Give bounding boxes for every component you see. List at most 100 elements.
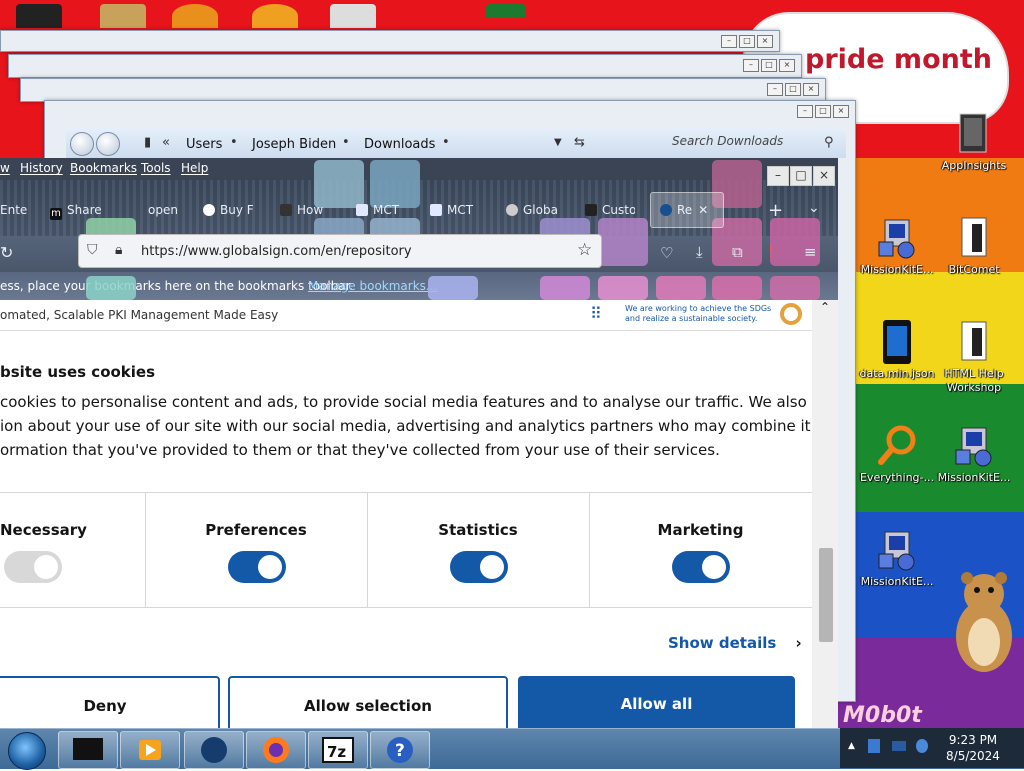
tab-ente[interactable]: Ente bbox=[0, 203, 40, 225]
tab-share[interactable]: m Share bbox=[50, 203, 110, 225]
new-tab-icon[interactable]: + bbox=[768, 200, 783, 222]
deny-button[interactable]: Deny bbox=[0, 676, 220, 728]
url-bar[interactable]: ⛉ 🔒︎ https://www.globalsign.com/en/repos… bbox=[78, 234, 602, 268]
manage-bookmarks-link[interactable]: Manage bookmarks... bbox=[308, 279, 437, 293]
tab-mct[interactable]: MCT bbox=[356, 203, 408, 225]
shield-icon[interactable]: ⛉ bbox=[87, 242, 98, 258]
tab-mct[interactable]: MCT bbox=[430, 203, 484, 225]
dock-icon[interactable] bbox=[100, 4, 146, 28]
maximize-icon[interactable]: □ bbox=[761, 59, 777, 72]
lock-icon[interactable]: 🔒︎ bbox=[115, 242, 122, 258]
preferences-toggle[interactable] bbox=[228, 551, 286, 583]
maximize-icon[interactable]: □ bbox=[790, 166, 812, 186]
menu-bookmarks[interactable]: Bookmarks bbox=[70, 161, 137, 175]
taskbar-firefox[interactable] bbox=[246, 731, 306, 769]
stacked-window[interactable]: – □ × bbox=[0, 30, 780, 52]
close-tab-icon[interactable]: ✕ bbox=[698, 203, 708, 217]
hamburger-menu-icon[interactable]: ≡ bbox=[804, 243, 817, 265]
tab-re[interactable]: Re ✕ bbox=[660, 203, 720, 225]
tray-app-icon[interactable] bbox=[868, 739, 880, 753]
tab-list-icon[interactable]: ⌄ bbox=[808, 200, 820, 222]
necessary-toggle[interactable] bbox=[4, 551, 62, 583]
addon-icon[interactable]: ! bbox=[768, 243, 774, 265]
dock-icon[interactable] bbox=[252, 4, 298, 28]
desktop-icon-missionkit[interactable]: MissionKitE... bbox=[854, 216, 940, 277]
taskbar-7zip[interactable]: 7z bbox=[308, 731, 368, 769]
dock-icon[interactable] bbox=[330, 4, 376, 28]
tab-custo[interactable]: Custo bbox=[585, 203, 635, 225]
maximize-icon[interactable]: □ bbox=[785, 83, 801, 96]
network-icon[interactable] bbox=[892, 741, 906, 751]
tab-globa[interactable]: Globa bbox=[506, 203, 562, 225]
allow-selection-button[interactable]: Allow selection bbox=[228, 676, 508, 728]
taskbar-globe[interactable] bbox=[184, 731, 244, 769]
breadcrumb-users[interactable]: Users bbox=[186, 137, 222, 152]
system-clock[interactable]: 9:23 PM 8/5/2024 bbox=[933, 732, 1013, 764]
menu-help[interactable]: Help bbox=[181, 161, 208, 175]
pocket-icon[interactable]: ♡ bbox=[660, 244, 673, 266]
close-icon[interactable]: × bbox=[833, 105, 849, 118]
taskbar-media-player[interactable] bbox=[120, 731, 180, 769]
breadcrumb-separator[interactable]: • bbox=[230, 135, 238, 150]
minimize-icon[interactable]: – bbox=[767, 83, 783, 96]
taskbar-help[interactable]: ? bbox=[370, 731, 430, 769]
reload-icon[interactable]: ↻ bbox=[0, 243, 13, 265]
download-icon[interactable]: ⤓ bbox=[696, 243, 703, 265]
url-text[interactable]: https://www.globalsign.com/en/repository bbox=[141, 244, 412, 259]
tray-expand-icon[interactable]: ▲ bbox=[848, 741, 855, 751]
grid-icon[interactable]: ⠿ bbox=[590, 304, 602, 323]
menu-history[interactable]: History bbox=[20, 161, 63, 175]
scrollbar-thumb[interactable] bbox=[819, 548, 833, 642]
marketing-toggle[interactable] bbox=[672, 551, 730, 583]
desktop-icon-bitcomet[interactable]: BitComet bbox=[931, 216, 1017, 277]
bookmark-star-icon[interactable]: ☆ bbox=[577, 240, 592, 260]
desktop-icon-appinsights[interactable]: AppInsights bbox=[931, 112, 1017, 173]
dock-icon[interactable] bbox=[172, 4, 218, 28]
start-button[interactable] bbox=[8, 732, 46, 770]
stacked-window[interactable]: – □ × bbox=[8, 54, 802, 78]
desktop-icon-missionkit[interactable]: MissionKitE... bbox=[854, 528, 940, 589]
page-scrollbar[interactable]: ⌃ bbox=[812, 300, 838, 728]
forward-icon[interactable] bbox=[96, 132, 120, 156]
menu-tools[interactable]: Tools bbox=[141, 161, 171, 175]
breadcrumb-separator[interactable]: • bbox=[442, 135, 450, 150]
tab-buy[interactable]: Buy F bbox=[203, 203, 263, 225]
dock-icon[interactable] bbox=[16, 4, 62, 28]
refresh-icon[interactable]: ⇆ bbox=[574, 135, 585, 150]
desktop-icon-missionkit[interactable]: MissionKitE... bbox=[931, 424, 1017, 485]
back-icon[interactable] bbox=[70, 132, 94, 156]
tab-how[interactable]: How bbox=[280, 203, 328, 225]
close-icon[interactable]: × bbox=[803, 83, 819, 96]
extensions-icon[interactable]: ⧉ bbox=[732, 243, 743, 265]
search-icon[interactable]: ⚲ bbox=[824, 135, 834, 150]
tab-open[interactable]: open bbox=[148, 203, 188, 225]
stacked-window[interactable]: – □ × bbox=[20, 78, 826, 102]
minimize-icon[interactable]: – bbox=[797, 105, 813, 118]
desktop-icon-data-min-json[interactable]: data.min.json bbox=[854, 320, 940, 381]
taskbar-terminal[interactable] bbox=[58, 731, 118, 769]
volume-icon[interactable] bbox=[916, 739, 928, 753]
statistics-toggle[interactable] bbox=[450, 551, 508, 583]
menu-view[interactable]: w bbox=[0, 161, 10, 175]
minimize-icon[interactable]: – bbox=[767, 166, 789, 186]
maximize-icon[interactable]: □ bbox=[739, 35, 755, 48]
maximize-icon[interactable]: □ bbox=[815, 105, 831, 118]
explorer-search-input[interactable]: Search Downloads bbox=[672, 134, 904, 152]
close-icon[interactable]: × bbox=[813, 166, 835, 186]
chevron-down-icon[interactable]: ▼ bbox=[554, 137, 562, 148]
breadcrumb-downloads[interactable]: Downloads bbox=[364, 137, 435, 152]
close-icon[interactable]: × bbox=[779, 59, 795, 72]
minimize-icon[interactable]: – bbox=[743, 59, 759, 72]
scroll-up-icon[interactable]: ⌃ bbox=[820, 300, 830, 314]
desktop-icon-everything[interactable]: Everything-... bbox=[854, 424, 940, 485]
site-tagline[interactable]: omated, Scalable PKI Management Made Eas… bbox=[0, 308, 278, 322]
chevron-left-icon[interactable]: « bbox=[162, 135, 170, 150]
minimize-icon[interactable]: – bbox=[721, 35, 737, 48]
allow-all-button[interactable]: Allow all bbox=[518, 676, 795, 728]
close-icon[interactable]: × bbox=[757, 35, 773, 48]
show-details-link[interactable]: Show details › bbox=[668, 634, 802, 652]
desktop-icon-html-help[interactable]: HTML Help Workshop bbox=[931, 320, 1017, 395]
breadcrumb-joseph-biden[interactable]: Joseph Biden bbox=[252, 137, 336, 152]
breadcrumb-separator[interactable]: • bbox=[342, 135, 350, 150]
dock-icon[interactable] bbox=[486, 4, 526, 18]
